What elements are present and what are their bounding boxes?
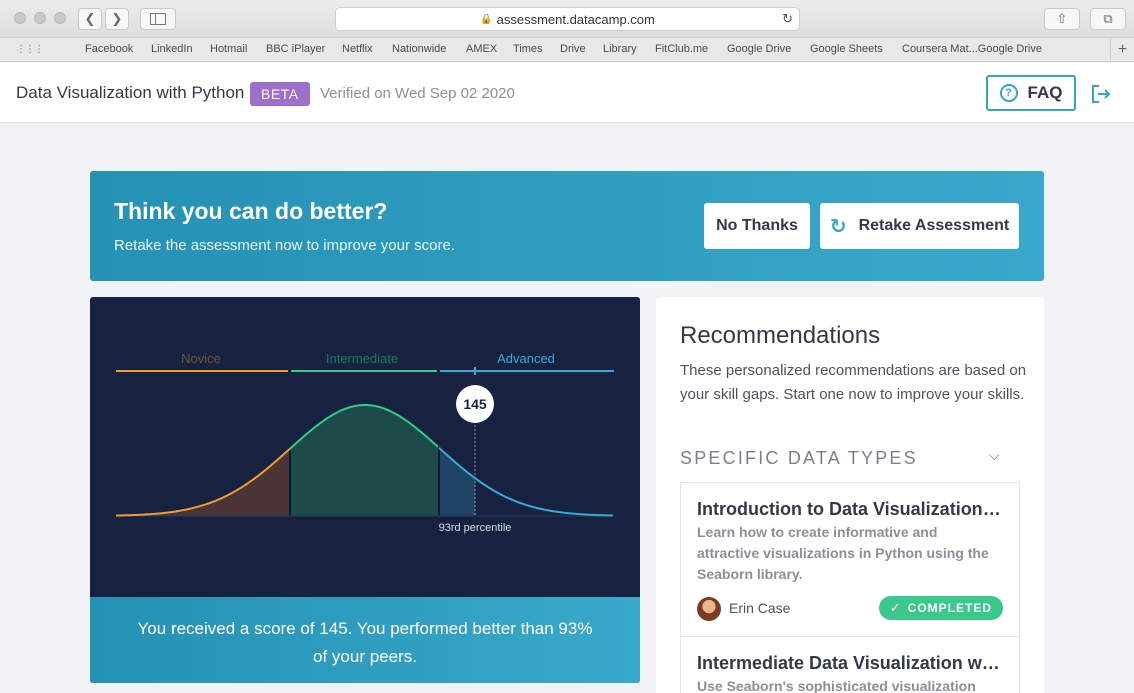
zoom-window-button[interactable] <box>54 12 66 24</box>
bookmark-fitclub[interactable]: FitClub.me <box>655 43 708 55</box>
url-text: assessment.datacamp.com <box>496 11 655 27</box>
advanced-label: Advanced <box>497 351 555 366</box>
check-icon: ✓ <box>889 600 902 615</box>
bookmark-hotmail[interactable]: Hotmail <box>210 43 247 55</box>
recommendations-card: Recommendations These personalized recom… <box>656 297 1044 693</box>
retake-label: Retake Assessment <box>858 217 1010 234</box>
intermediate-area <box>290 405 439 516</box>
forward-button[interactable]: ❯ <box>105 8 129 30</box>
bookmark-coursera[interactable]: Coursera Mat...Google Drive <box>902 43 1042 55</box>
intermediate-label: Intermediate <box>326 351 398 366</box>
reload-icon[interactable]: ↻ <box>782 11 793 27</box>
bookmark-google-drive[interactable]: Google Drive <box>727 43 791 55</box>
share-icon: ⇧ <box>1056 11 1068 26</box>
chevron-left-icon: ❮ <box>84 11 96 26</box>
course-card[interactable]: Intermediate Data Visualization with Sea… <box>680 636 1020 693</box>
back-button[interactable]: ❮ <box>78 8 102 30</box>
bookmark-netflix[interactable]: Netflix <box>342 43 373 55</box>
plus-icon: + <box>1117 41 1128 58</box>
faq-label: FAQ <box>1027 83 1063 102</box>
lock-icon: 🔒 <box>480 13 493 25</box>
sidebar-button[interactable] <box>140 8 176 30</box>
minimize-window-button[interactable] <box>34 12 46 24</box>
course-name[interactable]: Intermediate Data Visualization with Sea… <box>697 653 1003 674</box>
close-window-button[interactable] <box>14 12 26 24</box>
no-thanks-button[interactable]: No Thanks <box>704 203 810 249</box>
bookmark-bbc-iplayer[interactable]: BBC iPlayer <box>266 43 325 55</box>
bookmarks-bar: ⋮⋮⋮ Facebook LinkedIn Hotmail BBC iPlaye… <box>0 38 1134 62</box>
score-value: 145 <box>463 396 487 412</box>
recommendations-title: Recommendations <box>680 322 881 349</box>
recommendations-description: These personalized recommendations are b… <box>680 362 1027 403</box>
beta-badge: BETA <box>250 82 310 106</box>
completed-badge: ✓ COMPLETED <box>878 596 1003 620</box>
faq-button[interactable]: ? FAQ <box>986 75 1076 111</box>
course-description: Learn how to create informative and attr… <box>697 524 989 582</box>
tabs-button[interactable]: ⧉ <box>1090 8 1126 30</box>
retake-assessment-button[interactable]: ↻ Retake Assessment <box>820 203 1019 249</box>
page-title: Data Visualization with Python <box>16 83 245 102</box>
banner-subtitle: Retake the assessment now to improve you… <box>114 237 455 254</box>
question-icon: ? <box>999 84 1018 102</box>
sidebar-icon <box>150 13 166 25</box>
chevron-right-icon: ❯ <box>111 11 123 26</box>
address-bar[interactable]: 🔒 assessment.datacamp.com ↻ <box>335 7 800 31</box>
bookmark-library[interactable]: Library <box>603 43 637 55</box>
bookmark-times[interactable]: Times <box>513 43 543 55</box>
share-button[interactable]: ⇧ <box>1044 8 1080 30</box>
tabs-icon: ⧉ <box>1103 11 1113 26</box>
logout-icon[interactable] <box>1090 83 1112 105</box>
app-header: Data Visualization with Python BETA Veri… <box>0 63 1134 123</box>
score-summary: You received a score of 145. You perform… <box>90 597 640 683</box>
bookmark-drive[interactable]: Drive <box>560 43 586 55</box>
advanced-area <box>439 447 475 516</box>
banner-title: Think you can do better? <box>114 198 388 224</box>
bookmark-google-sheets[interactable]: Google Sheets <box>810 43 883 55</box>
browser-titlebar: ❮ ❯ 🔒 assessment.datacamp.com ↻ ⇧ ⧉ <box>0 0 1134 38</box>
course-description: Use Seaborn's sophisticated visualizatio… <box>697 678 976 693</box>
section-title[interactable]: SPECIFIC DATA TYPES <box>680 448 918 469</box>
score-distribution-card: Novice Intermediate Advanced 145 93rd pe… <box>90 297 640 683</box>
status-label: COMPLETED <box>907 601 992 615</box>
course-name[interactable]: Introduction to Data Visualization with … <box>697 499 1003 520</box>
chevron-down-icon[interactable]: ⌵ <box>989 447 1000 464</box>
author-row: Erin Case ✓ COMPLETED <box>697 595 1003 635</box>
retake-banner: Think you can do better? Retake the asse… <box>90 171 1044 281</box>
score-distribution-chart: Novice Intermediate Advanced 145 93rd pe… <box>115 351 614 534</box>
grid-icon[interactable]: ⋮⋮⋮ <box>16 44 44 55</box>
bookmark-amex[interactable]: AMEX <box>466 43 497 55</box>
course-card[interactable]: Introduction to Data Visualization with … <box>680 482 1020 637</box>
novice-label: Novice <box>181 351 221 366</box>
bookmark-linkedin[interactable]: LinkedIn <box>151 43 193 55</box>
new-tab-button[interactable]: + <box>1110 38 1134 62</box>
bookmark-nationwide[interactable]: Nationwide <box>392 43 446 55</box>
refresh-icon: ↻ <box>829 215 847 238</box>
verified-date: Verified on Wed Sep 02 2020 <box>320 85 515 102</box>
avatar <box>697 597 721 621</box>
author-name: Erin Case <box>729 600 791 616</box>
bookmark-facebook[interactable]: Facebook <box>85 43 133 55</box>
percentile-label: 93rd percentile <box>439 522 512 534</box>
